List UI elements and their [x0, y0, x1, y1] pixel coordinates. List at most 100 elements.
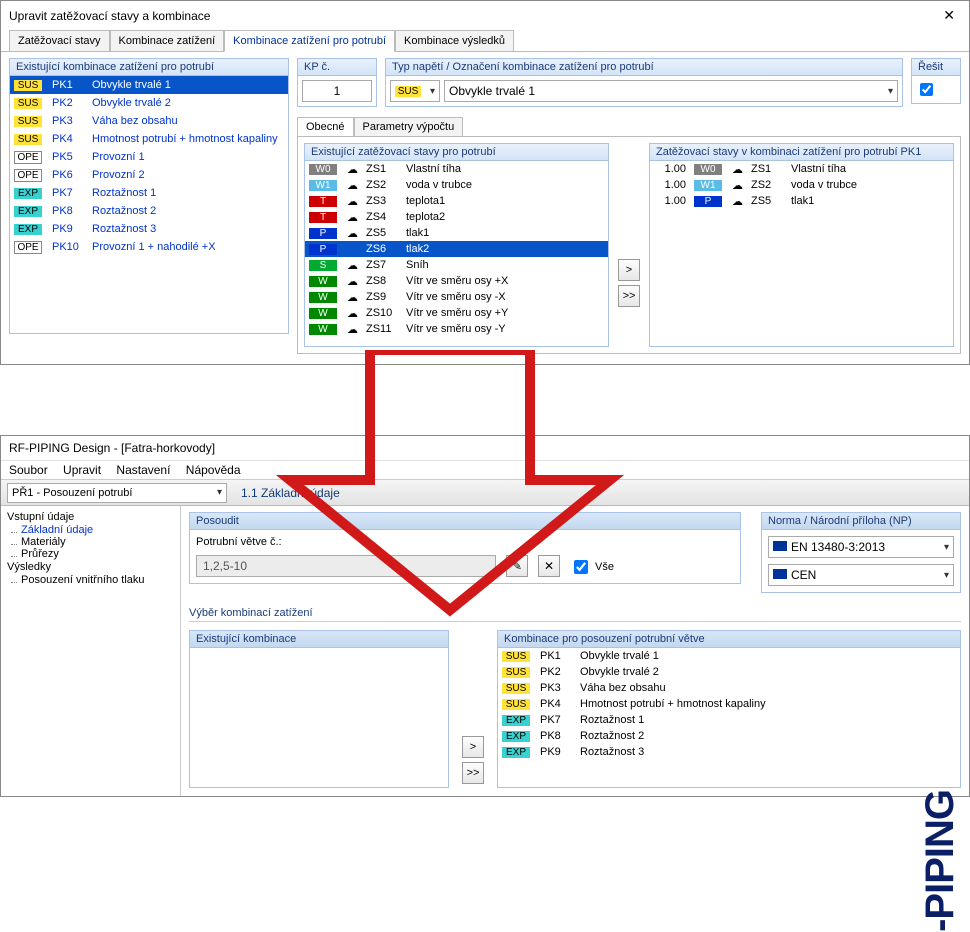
tab-pipe-combinations[interactable]: Kombinace zatížení pro potrubí: [224, 30, 395, 52]
combo-row[interactable]: OPEPK5Provozní 1: [10, 148, 288, 166]
norma-select-2[interactable]: CEN ▾: [768, 564, 954, 586]
combo-row[interactable]: SUSPK4Hmotnost potrubí + hmotnost kapali…: [10, 130, 288, 148]
zs-row[interactable]: 1.00W0☁ZS1Vlastní tíha: [650, 161, 953, 177]
zs-tag-badge: W0: [309, 164, 337, 175]
zs-tag-badge: W: [309, 308, 337, 319]
tab-load-combinations[interactable]: Kombinace zatížení: [110, 30, 225, 52]
tab-load-cases[interactable]: Zatěžovací stavy: [9, 30, 110, 52]
zs-row[interactable]: 1.00P☁ZS5tlak1: [650, 193, 953, 209]
zs-desc: Vítr ve směru osy +Y: [402, 305, 608, 321]
cloud-icon: [343, 241, 362, 257]
existing-combos-list[interactable]: SUSPK1Obvykle trvalé 1SUSPK2Obvykle trva…: [9, 76, 289, 334]
zs-row[interactable]: W☁ZS8Vítr ve směru osy +X: [305, 273, 608, 289]
zs-id: ZS2: [747, 177, 787, 193]
cloud-icon: ☁: [343, 257, 362, 273]
combo-row[interactable]: SUSPK3Váha bez obsahu: [10, 112, 288, 130]
zs-tag-badge: P: [694, 196, 722, 207]
zs-desc: tlak1: [402, 225, 608, 241]
assess-combos-header: Kombinace pro posouzení potrubní větve: [497, 630, 961, 648]
combo-desc: Váha bez obsahu: [576, 680, 960, 696]
combo-tag-badge: EXP: [502, 715, 530, 726]
menu-edit[interactable]: Upravit: [63, 463, 101, 477]
tree-results[interactable]: Výsledky: [3, 560, 178, 574]
zs-row[interactable]: T☁ZS4teplota2: [305, 209, 608, 225]
existing-combos-lower-list[interactable]: [189, 648, 449, 788]
typ-name-select[interactable]: Obvykle trvalé 1 ▾: [444, 80, 898, 102]
resit-checkbox[interactable]: [920, 83, 933, 96]
assess-row[interactable]: SUSPK3Váha bez obsahu: [498, 680, 960, 696]
edit-load-combinations-dialog: Upravit zatěžovací stavy a kombinace ✕ Z…: [0, 0, 970, 365]
zs-left-list[interactable]: W0☁ZS1Vlastní tíhaW1☁ZS2voda v trubceT☁Z…: [304, 161, 609, 347]
move-all-right-button[interactable]: >>: [618, 285, 640, 307]
clear-branches-button[interactable]: ✕: [538, 555, 560, 577]
zs-row[interactable]: PZS6tlak2: [305, 241, 608, 257]
tab-result-combinations[interactable]: Kombinace výsledků: [395, 30, 514, 52]
assess-row[interactable]: EXPPK9Roztažnost 3: [498, 744, 960, 760]
branches-input[interactable]: [196, 555, 496, 577]
combo-row[interactable]: SUSPK2Obvykle trvalé 2: [10, 94, 288, 112]
tree-materials[interactable]: Materiály: [3, 536, 178, 548]
zs-row[interactable]: W☁ZS11Vítr ve směru osy -Y: [305, 321, 608, 337]
case-combo[interactable]: PŘ1 - Posouzení potrubí ▾: [7, 483, 227, 503]
assess-row[interactable]: SUSPK2Obvykle trvalé 2: [498, 664, 960, 680]
assess-combos-list[interactable]: SUSPK1Obvykle trvalé 1SUSPK2Obvykle trva…: [497, 648, 961, 788]
menu-settings[interactable]: Nastavení: [116, 463, 170, 477]
chevron-down-icon: ▾: [884, 86, 893, 97]
all-checkbox-label[interactable]: Vše: [570, 557, 614, 577]
combo-id: PK9: [536, 744, 576, 760]
norma-select-1[interactable]: EN 13480-3:2013 ▾: [768, 536, 954, 558]
tree-sections[interactable]: Průřezy: [3, 548, 178, 560]
combo-tag-badge: SUS: [14, 98, 42, 109]
norma-value-2: CEN: [791, 568, 816, 582]
kp-header: KP č.: [297, 58, 377, 76]
pick-branches-button[interactable]: ✎: [506, 555, 528, 577]
combo-row[interactable]: OPEPK10Provozní 1 + nahodilé +X: [10, 238, 288, 256]
combo-desc: Roztažnost 1: [576, 712, 960, 728]
move-right-lower-button[interactable]: >: [462, 736, 484, 758]
assess-row[interactable]: SUSPK4Hmotnost potrubí + hmotnost kapali…: [498, 696, 960, 712]
zs-row[interactable]: 1.00W1☁ZS2voda v trubce: [650, 177, 953, 193]
zs-id: ZS5: [747, 193, 787, 209]
combo-desc: Hmotnost potrubí + hmotnost kapaliny: [576, 696, 960, 712]
move-right-button[interactable]: >: [618, 259, 640, 281]
assess-row[interactable]: EXPPK8Roztažnost 2: [498, 728, 960, 744]
zs-row[interactable]: P☁ZS5tlak1: [305, 225, 608, 241]
all-checkbox[interactable]: [574, 560, 588, 574]
zs-row[interactable]: W0☁ZS1Vlastní tíha: [305, 161, 608, 177]
tree-results-inner[interactable]: Posouzení vnitřního tlaku: [3, 574, 178, 586]
zs-tag-badge: W1: [309, 180, 337, 191]
zs-left-header: Existující zatěžovací stavy pro potrubí: [304, 143, 609, 161]
cloud-icon: ☁: [343, 209, 362, 225]
nav-tree[interactable]: Vstupní údaje Základní údaje Materiály P…: [1, 506, 181, 796]
combo-id: PK2: [48, 94, 88, 112]
move-all-right-lower-button[interactable]: >>: [462, 762, 484, 784]
close-icon[interactable]: ✕: [937, 7, 961, 24]
typ-tag-select[interactable]: SUS ▾: [390, 80, 440, 102]
combo-id: PK6: [48, 166, 88, 184]
combo-row[interactable]: EXPPK7Roztažnost 1: [10, 184, 288, 202]
case-combo-value: PŘ1 - Posouzení potrubí: [12, 487, 132, 499]
menu-help[interactable]: Nápověda: [186, 463, 241, 477]
tree-input-data[interactable]: Vstupní údaje: [3, 510, 178, 524]
combo-row[interactable]: SUSPK1Obvykle trvalé 1: [10, 76, 288, 94]
inner-tab-params[interactable]: Parametry výpočtu: [354, 117, 464, 137]
zs-row[interactable]: W☁ZS10Vítr ve směru osy +Y: [305, 305, 608, 321]
combo-id: PK1: [48, 76, 88, 94]
zs-right-list[interactable]: 1.00W0☁ZS1Vlastní tíha1.00W1☁ZS2voda v t…: [649, 161, 954, 347]
kp-number-input[interactable]: [302, 80, 372, 102]
combo-row[interactable]: OPEPK6Provozní 2: [10, 166, 288, 184]
zs-row[interactable]: W1☁ZS2voda v trubce: [305, 177, 608, 193]
tree-basic-data[interactable]: Základní údaje: [3, 524, 178, 536]
combo-row[interactable]: EXPPK9Roztažnost 3: [10, 220, 288, 238]
combo-desc: Provozní 1 + nahodilé +X: [88, 238, 288, 256]
zs-row[interactable]: T☁ZS3teplota1: [305, 193, 608, 209]
assess-row[interactable]: EXPPK7Roztažnost 1: [498, 712, 960, 728]
zs-desc: Vítr ve směru osy -X: [402, 289, 608, 305]
combo-desc: Roztažnost 2: [88, 202, 288, 220]
menu-file[interactable]: Soubor: [9, 463, 48, 477]
assess-row[interactable]: SUSPK1Obvykle trvalé 1: [498, 648, 960, 664]
zs-row[interactable]: S☁ZS7Sníh: [305, 257, 608, 273]
zs-row[interactable]: W☁ZS9Vítr ve směru osy -X: [305, 289, 608, 305]
combo-row[interactable]: EXPPK8Roztažnost 2: [10, 202, 288, 220]
inner-tab-general[interactable]: Obecné: [297, 117, 354, 137]
